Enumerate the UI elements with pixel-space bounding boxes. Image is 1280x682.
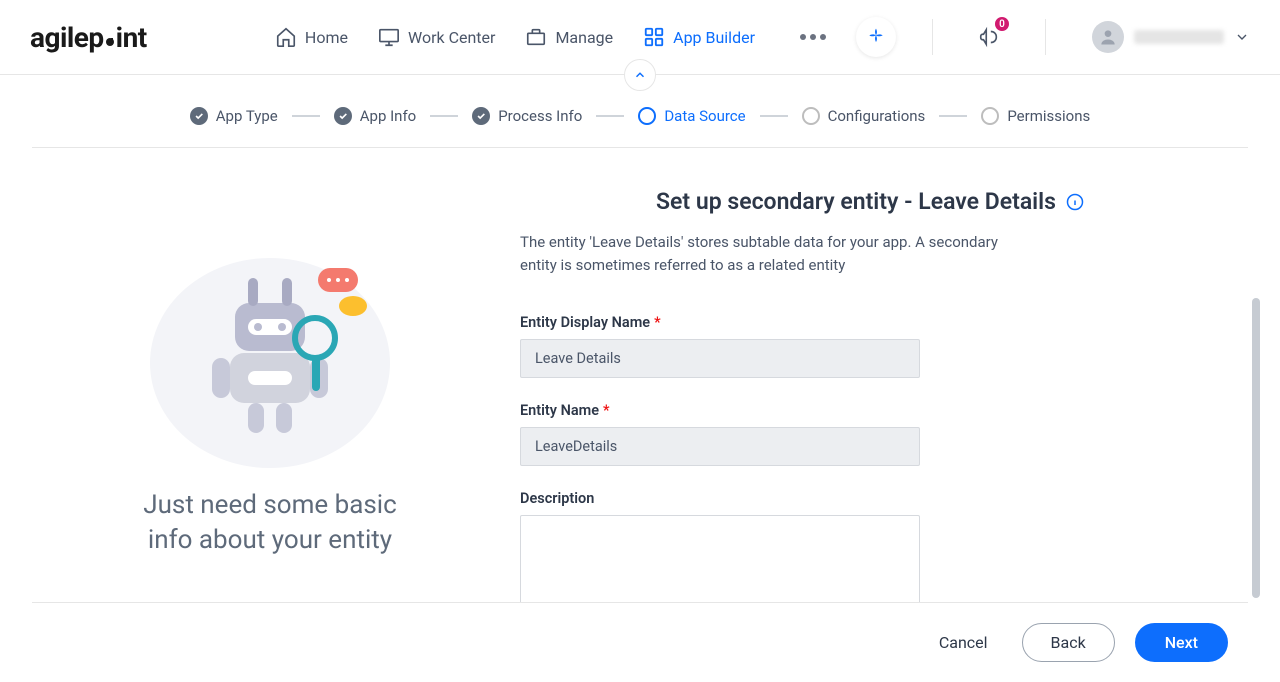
step-label: App Type bbox=[216, 107, 278, 125]
nav-label: Home bbox=[305, 28, 348, 47]
avatar bbox=[1092, 21, 1124, 53]
nav-label: Work Center bbox=[408, 28, 495, 47]
description-input[interactable] bbox=[520, 515, 920, 615]
step-process-info[interactable]: Process Info bbox=[472, 107, 582, 125]
step-pending-icon bbox=[802, 107, 820, 125]
pinwheel-icon bbox=[866, 27, 886, 47]
step-label: Data Source bbox=[664, 107, 745, 125]
nav-work-center[interactable]: Work Center bbox=[378, 26, 495, 48]
step-line bbox=[292, 115, 320, 117]
field-entity-display-name: Entity Display Name* bbox=[520, 314, 920, 378]
step-active-icon bbox=[638, 107, 656, 125]
page-heading: Set up secondary entity - Leave Details bbox=[656, 188, 1056, 215]
main-content: Just need some basic info about your ent… bbox=[0, 148, 1280, 643]
step-pending-icon bbox=[981, 107, 999, 125]
more-dot-icon bbox=[800, 34, 806, 40]
logo-text: agilepint bbox=[30, 21, 147, 54]
grid-icon bbox=[643, 26, 665, 48]
monitor-icon bbox=[378, 26, 400, 48]
nav-app-builder[interactable]: App Builder bbox=[643, 26, 755, 48]
chevron-up-icon bbox=[633, 68, 647, 82]
step-configurations[interactable]: Configurations bbox=[802, 107, 926, 125]
divider bbox=[932, 19, 933, 55]
step-label: Process Info bbox=[498, 107, 582, 125]
field-label: Entity Display Name* bbox=[520, 314, 920, 331]
step-app-type[interactable]: App Type bbox=[190, 107, 278, 125]
notif-badge: 0 bbox=[993, 15, 1011, 33]
briefcase-icon bbox=[525, 26, 547, 48]
step-label: App Info bbox=[360, 107, 416, 125]
illustration-column: Just need some basic info about your ent… bbox=[60, 178, 480, 643]
logo[interactable]: agilepint bbox=[30, 21, 147, 54]
nav-label: App Builder bbox=[673, 28, 755, 47]
nav-manage[interactable]: Manage bbox=[525, 26, 613, 48]
step-done-icon bbox=[190, 107, 208, 125]
form-column: Set up secondary entity - Leave Details … bbox=[520, 178, 1220, 643]
back-button[interactable]: Back bbox=[1022, 623, 1115, 662]
home-icon bbox=[275, 26, 297, 48]
step-app-info[interactable]: App Info bbox=[334, 107, 416, 125]
step-line bbox=[430, 115, 458, 117]
entity-name-input[interactable] bbox=[520, 427, 920, 466]
user-name bbox=[1134, 30, 1224, 44]
collapse-nav-button[interactable] bbox=[624, 59, 656, 91]
form-scrollbar[interactable] bbox=[1252, 298, 1260, 598]
entity-display-name-input[interactable] bbox=[520, 339, 920, 378]
step-done-icon bbox=[334, 107, 352, 125]
step-line bbox=[596, 115, 624, 117]
nav-label: Manage bbox=[555, 28, 613, 47]
field-label: Description bbox=[520, 490, 920, 507]
field-label: Entity Name* bbox=[520, 402, 920, 419]
step-line bbox=[760, 115, 788, 117]
nav-more[interactable] bbox=[800, 34, 826, 40]
field-description: Description bbox=[520, 490, 920, 619]
divider bbox=[1045, 19, 1046, 55]
more-dot-icon bbox=[810, 34, 816, 40]
field-entity-name: Entity Name* bbox=[520, 402, 920, 466]
pinwheel-button[interactable] bbox=[856, 17, 896, 57]
notifications-button[interactable]: 0 bbox=[969, 17, 1009, 57]
avatar-icon bbox=[1098, 27, 1118, 47]
nav-home[interactable]: Home bbox=[275, 26, 348, 48]
next-button[interactable]: Next bbox=[1135, 623, 1228, 662]
cancel-button[interactable]: Cancel bbox=[925, 625, 1002, 660]
nav-items: Home Work Center Manage App Builder bbox=[275, 26, 826, 48]
step-line bbox=[939, 115, 967, 117]
step-data-source[interactable]: Data Source bbox=[638, 107, 745, 125]
page-subtext: The entity 'Leave Details' stores subtab… bbox=[520, 231, 1010, 278]
step-label: Configurations bbox=[828, 107, 926, 125]
user-menu[interactable] bbox=[1092, 21, 1250, 53]
nav-right: 0 bbox=[856, 17, 1250, 57]
robot-illustration bbox=[140, 218, 400, 468]
info-icon[interactable] bbox=[1066, 193, 1084, 211]
illustration-caption: Just need some basic info about your ent… bbox=[140, 488, 400, 558]
chevron-down-icon bbox=[1234, 29, 1250, 45]
step-done-icon bbox=[472, 107, 490, 125]
more-dot-icon bbox=[820, 34, 826, 40]
footer-actions: Cancel Back Next bbox=[32, 602, 1248, 682]
step-permissions[interactable]: Permissions bbox=[981, 107, 1090, 125]
step-label: Permissions bbox=[1007, 107, 1090, 125]
